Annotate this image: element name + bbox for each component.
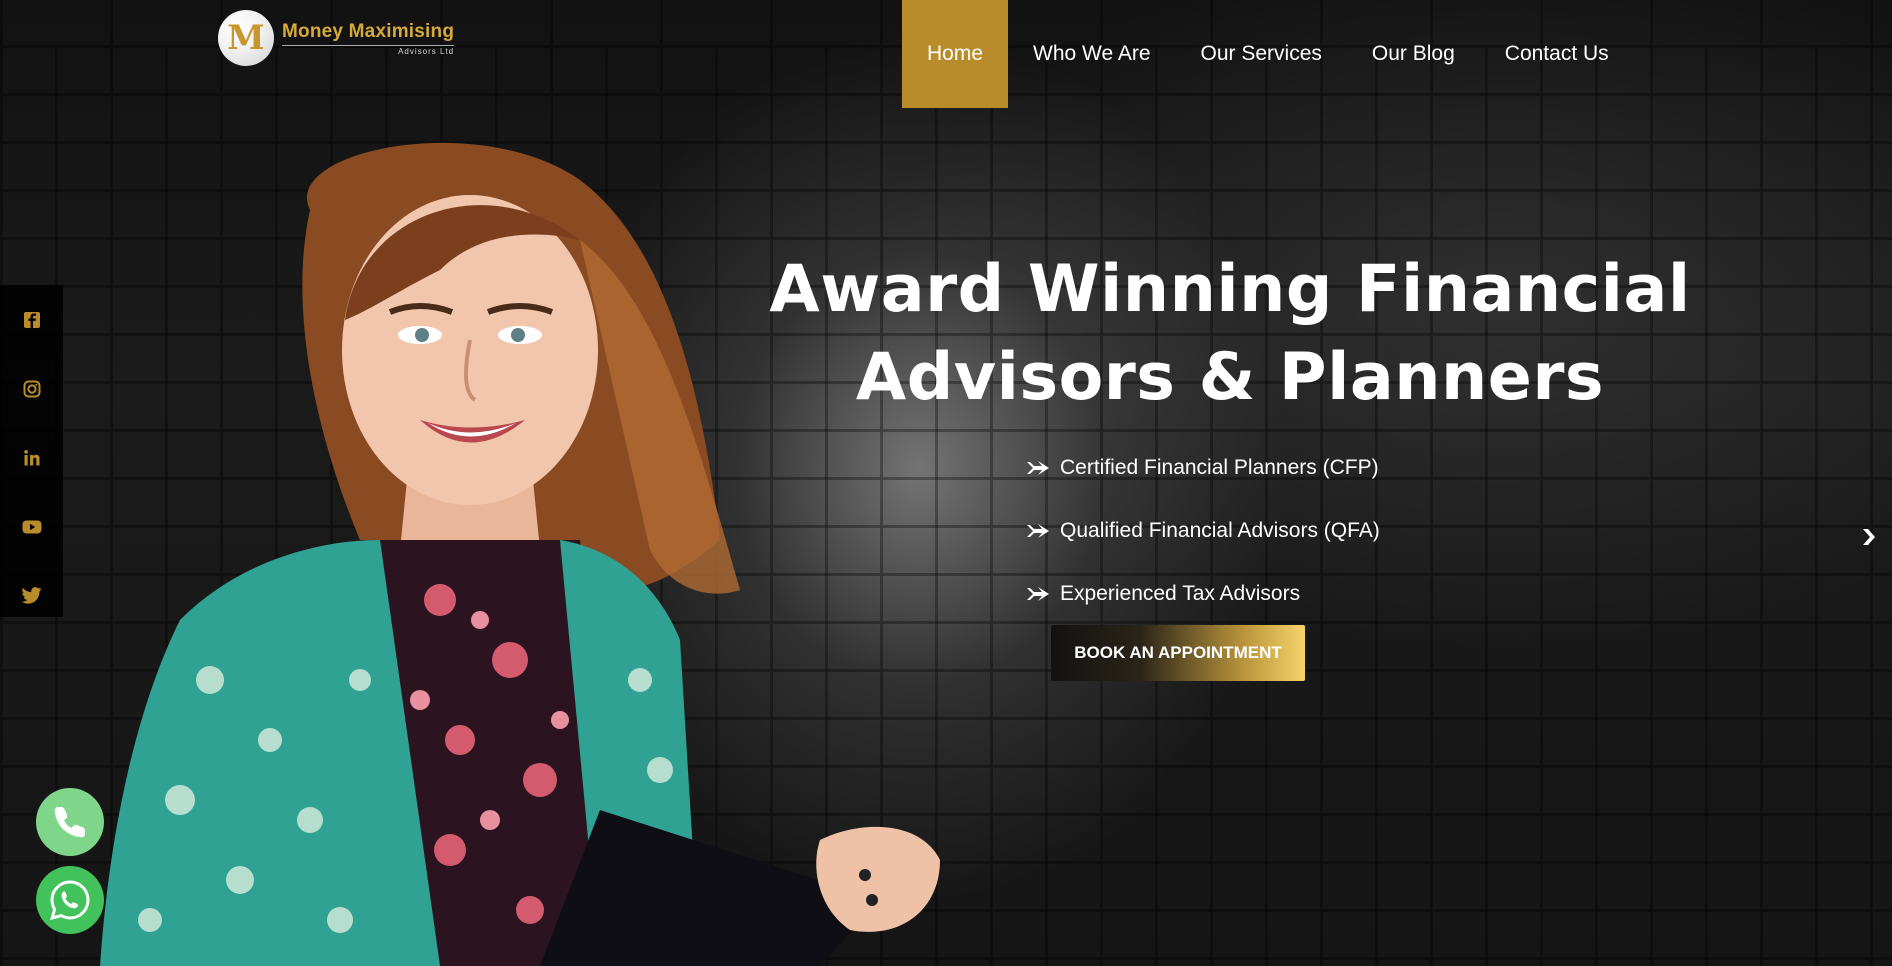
hero-background xyxy=(0,0,1892,966)
logo-mark: M xyxy=(218,10,274,66)
list-item-text: Experienced Tax Advisors xyxy=(1060,581,1301,605)
facebook-icon[interactable] xyxy=(0,285,63,354)
hero-title-line1: Award Winning Financial xyxy=(769,252,1691,327)
nav-item-contact-us[interactable]: Contact Us xyxy=(1480,0,1634,108)
arrow-bullet-icon xyxy=(1027,523,1049,538)
arrow-bullet-icon xyxy=(1027,586,1049,601)
social-sidebar xyxy=(0,285,63,617)
nav-item-who-we-are[interactable]: Who We Are xyxy=(1008,0,1176,108)
whatsapp-button[interactable] xyxy=(36,866,104,934)
linkedin-icon[interactable] xyxy=(0,423,63,492)
whatsapp-icon xyxy=(50,880,90,921)
arrow-bullet-icon xyxy=(1027,460,1049,475)
logo-text: Money Maximising Advisors Ltd xyxy=(282,20,455,56)
phone-icon xyxy=(54,807,85,838)
site-logo[interactable]: M Money Maximising Advisors Ltd xyxy=(218,10,455,66)
twitter-icon[interactable] xyxy=(0,561,63,630)
chevron-right-icon[interactable] xyxy=(1858,527,1878,547)
youtube-icon[interactable] xyxy=(0,492,63,561)
list-item: Certified Financial Planners (CFP) xyxy=(1026,436,1380,499)
list-item-text: Certified Financial Planners (CFP) xyxy=(1060,455,1379,479)
instagram-icon[interactable] xyxy=(0,354,63,423)
nav-item-our-services[interactable]: Our Services xyxy=(1176,0,1347,108)
hero-title-line2: Advisors & Planners xyxy=(855,340,1605,415)
list-item-text: Qualified Financial Advisors (QFA) xyxy=(1060,518,1380,542)
phone-call-button[interactable] xyxy=(36,788,104,856)
hero-title: Award Winning Financial Advisors & Plann… xyxy=(760,246,1700,422)
credentials-list: Certified Financial Planners (CFP) Quali… xyxy=(1026,436,1380,625)
logo-subtitle: Advisors Ltd xyxy=(282,44,455,56)
nav-item-home[interactable]: Home xyxy=(902,0,1009,108)
list-item: Experienced Tax Advisors xyxy=(1026,562,1380,625)
book-appointment-button[interactable]: BOOK AN APPOINTMENT xyxy=(1051,625,1305,681)
nav-item-our-blog[interactable]: Our Blog xyxy=(1347,0,1480,108)
logo-name: Money Maximising xyxy=(282,20,455,42)
list-item: Qualified Financial Advisors (QFA) xyxy=(1026,499,1380,562)
main-nav: Home Who We Are Our Services Our Blog Co… xyxy=(902,0,1634,108)
